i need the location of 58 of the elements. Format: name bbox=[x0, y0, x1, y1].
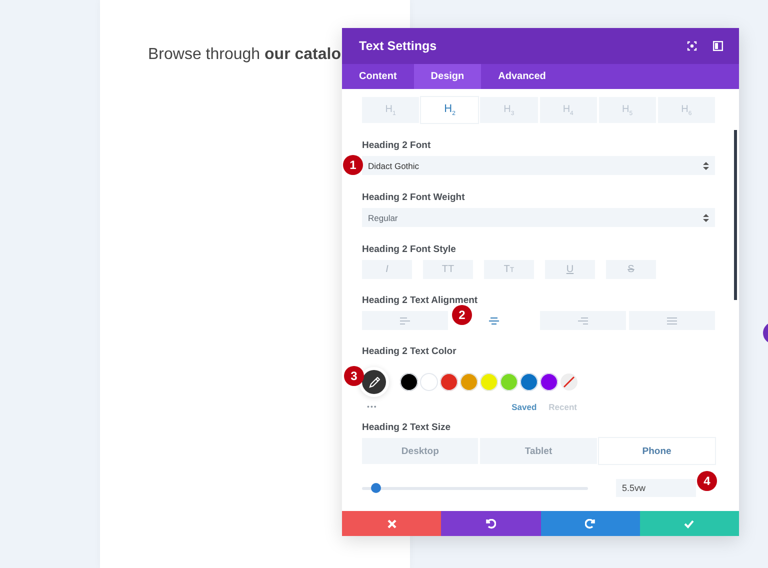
step-badge: 3 bbox=[344, 366, 364, 386]
font-style-button[interactable]: I bbox=[362, 260, 412, 279]
color-picker-button[interactable] bbox=[362, 370, 386, 394]
select-arrows-icon bbox=[703, 214, 709, 222]
scrollbar[interactable] bbox=[734, 130, 737, 300]
align-right-icon bbox=[578, 316, 588, 324]
redo-button[interactable] bbox=[540, 511, 640, 536]
heading-level-tab[interactable]: H$_{1}$ bbox=[362, 97, 420, 123]
device-tab[interactable]: Phone bbox=[598, 438, 715, 464]
step-badge: 1 bbox=[343, 155, 363, 175]
field-label: Heading 2 Text Size bbox=[362, 422, 452, 433]
no-color-swatch[interactable] bbox=[560, 373, 578, 391]
field-label: Heading 2 Font bbox=[362, 140, 432, 151]
slider-thumb[interactable] bbox=[370, 482, 381, 492]
field-label: Heading 2 Text Color bbox=[362, 346, 458, 357]
step-badge: 2 bbox=[452, 305, 472, 325]
color-swatch[interactable] bbox=[480, 373, 498, 391]
color-swatch[interactable] bbox=[440, 373, 458, 391]
size-input[interactable]: 5.5vw bbox=[616, 479, 696, 497]
intro-text: Browse through our catalo bbox=[148, 46, 341, 64]
field-label: Heading 2 Text Alignment bbox=[362, 295, 479, 306]
font-style-button[interactable]: S bbox=[606, 260, 656, 279]
eyedropper-icon bbox=[368, 376, 380, 388]
panel-tab[interactable]: Advanced bbox=[481, 64, 563, 89]
color-swatch[interactable] bbox=[500, 373, 518, 391]
redo-icon bbox=[585, 518, 596, 528]
save-icon bbox=[684, 518, 694, 528]
align-left-icon bbox=[400, 316, 410, 324]
color-swatch[interactable] bbox=[540, 373, 558, 391]
select-arrows-icon bbox=[703, 162, 709, 170]
device-tab[interactable]: Tablet bbox=[480, 438, 597, 464]
color-swatch[interactable] bbox=[460, 373, 478, 391]
undo-icon bbox=[486, 518, 496, 528]
panel-title: Text Settings bbox=[359, 39, 438, 53]
field-label: Heading 2 Font Style bbox=[362, 244, 457, 255]
color-swatch[interactable] bbox=[520, 373, 538, 391]
panel-tab[interactable]: Design bbox=[414, 64, 482, 89]
heading-level-tab[interactable]: H$_{2}$ bbox=[421, 97, 478, 123]
undo-button[interactable] bbox=[441, 511, 540, 536]
step-badge: 4 bbox=[697, 471, 717, 491]
font-style-button[interactable]: U bbox=[545, 260, 595, 279]
expand-icon[interactable] bbox=[687, 41, 697, 51]
sidebar-icon[interactable] bbox=[713, 41, 723, 51]
field-label: Heading 2 Font Weight bbox=[362, 192, 466, 203]
font-style-button[interactable]: TT bbox=[423, 260, 473, 279]
font-select[interactable]: Didact Gothic bbox=[362, 156, 715, 175]
palette-tab[interactable]: Saved bbox=[512, 402, 537, 412]
align-justify-icon bbox=[667, 316, 677, 324]
align-center-icon bbox=[489, 316, 499, 324]
font-style-button[interactable]: Tt bbox=[484, 260, 534, 279]
cancel-icon bbox=[386, 518, 397, 528]
device-tab[interactable]: Desktop bbox=[362, 438, 478, 464]
palette-tab[interactable]: Recent bbox=[548, 402, 577, 412]
color-swatch[interactable] bbox=[400, 373, 418, 391]
color-swatch[interactable] bbox=[420, 373, 438, 391]
font-weight-select[interactable]: Regular bbox=[362, 208, 715, 227]
heading-level-tab[interactable]: H$_{4}$ bbox=[540, 97, 597, 123]
panel-tab[interactable]: Content bbox=[342, 64, 414, 89]
